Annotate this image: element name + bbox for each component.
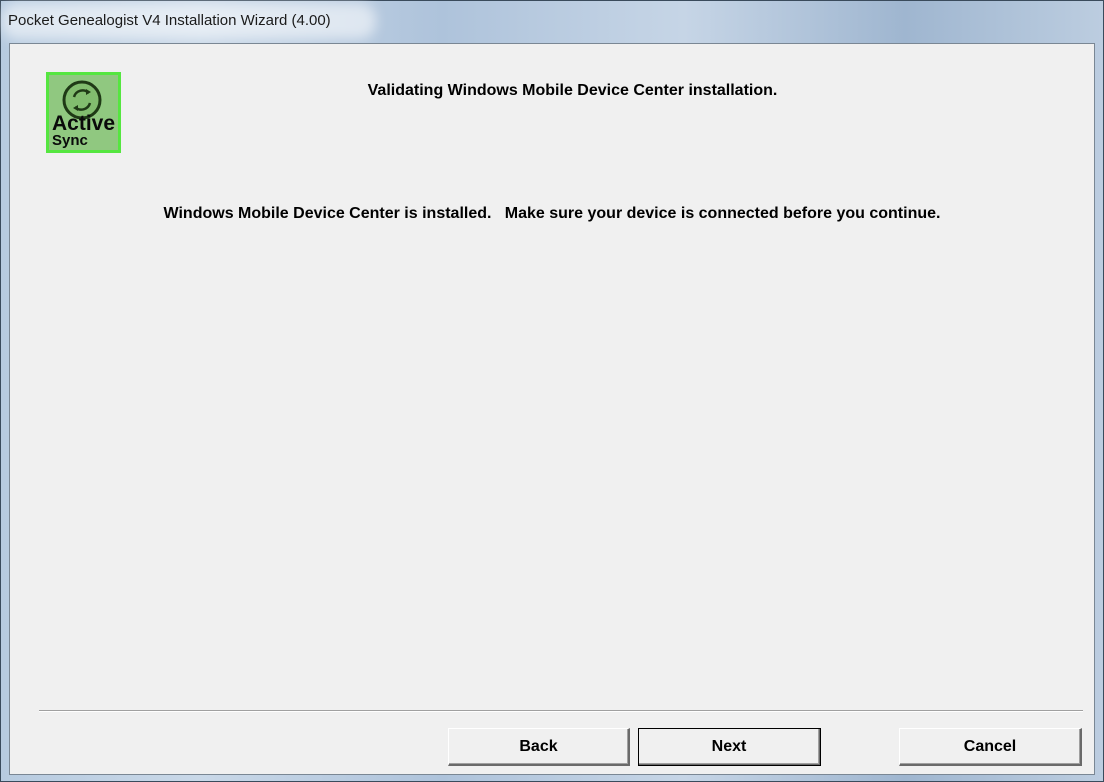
next-button[interactable]: Next <box>638 728 821 766</box>
activesync-icon: Active Sync <box>46 72 121 153</box>
installer-window: Pocket Genealogist V4 Installation Wizar… <box>0 0 1104 782</box>
page-heading: Validating Windows Mobile Device Center … <box>367 82 778 99</box>
back-button[interactable]: Back <box>448 728 630 766</box>
button-separator <box>39 710 1083 712</box>
status-message: Windows Mobile Device Center is installe… <box>163 205 941 222</box>
cancel-button[interactable]: Cancel <box>899 728 1082 766</box>
title-bar[interactable]: Pocket Genealogist V4 Installation Wizar… <box>1 1 1103 43</box>
window-title: Pocket Genealogist V4 Installation Wizar… <box>8 12 331 29</box>
wizard-panel: Active Sync Validating Windows Mobile De… <box>9 43 1095 775</box>
logo-text-sync: Sync <box>52 132 88 149</box>
activesync-logo-graphic: Active Sync <box>49 75 118 150</box>
